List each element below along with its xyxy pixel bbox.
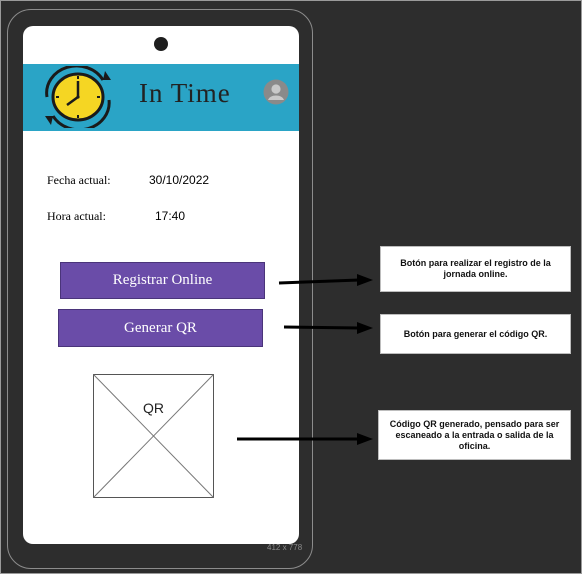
qr-code-annotation: Código QR generado, pensado para ser esc… <box>378 410 571 460</box>
arrow-generate-qr <box>283 325 360 330</box>
qr-button-annotation: Botón para generar el código QR. <box>380 314 571 354</box>
wireframe-canvas: In Time Fecha actual: 30/10/2022 Hora ac… <box>0 0 582 574</box>
register-annotation: Botón para realizar el registro de la jo… <box>380 246 571 292</box>
arrow-register <box>278 278 360 285</box>
